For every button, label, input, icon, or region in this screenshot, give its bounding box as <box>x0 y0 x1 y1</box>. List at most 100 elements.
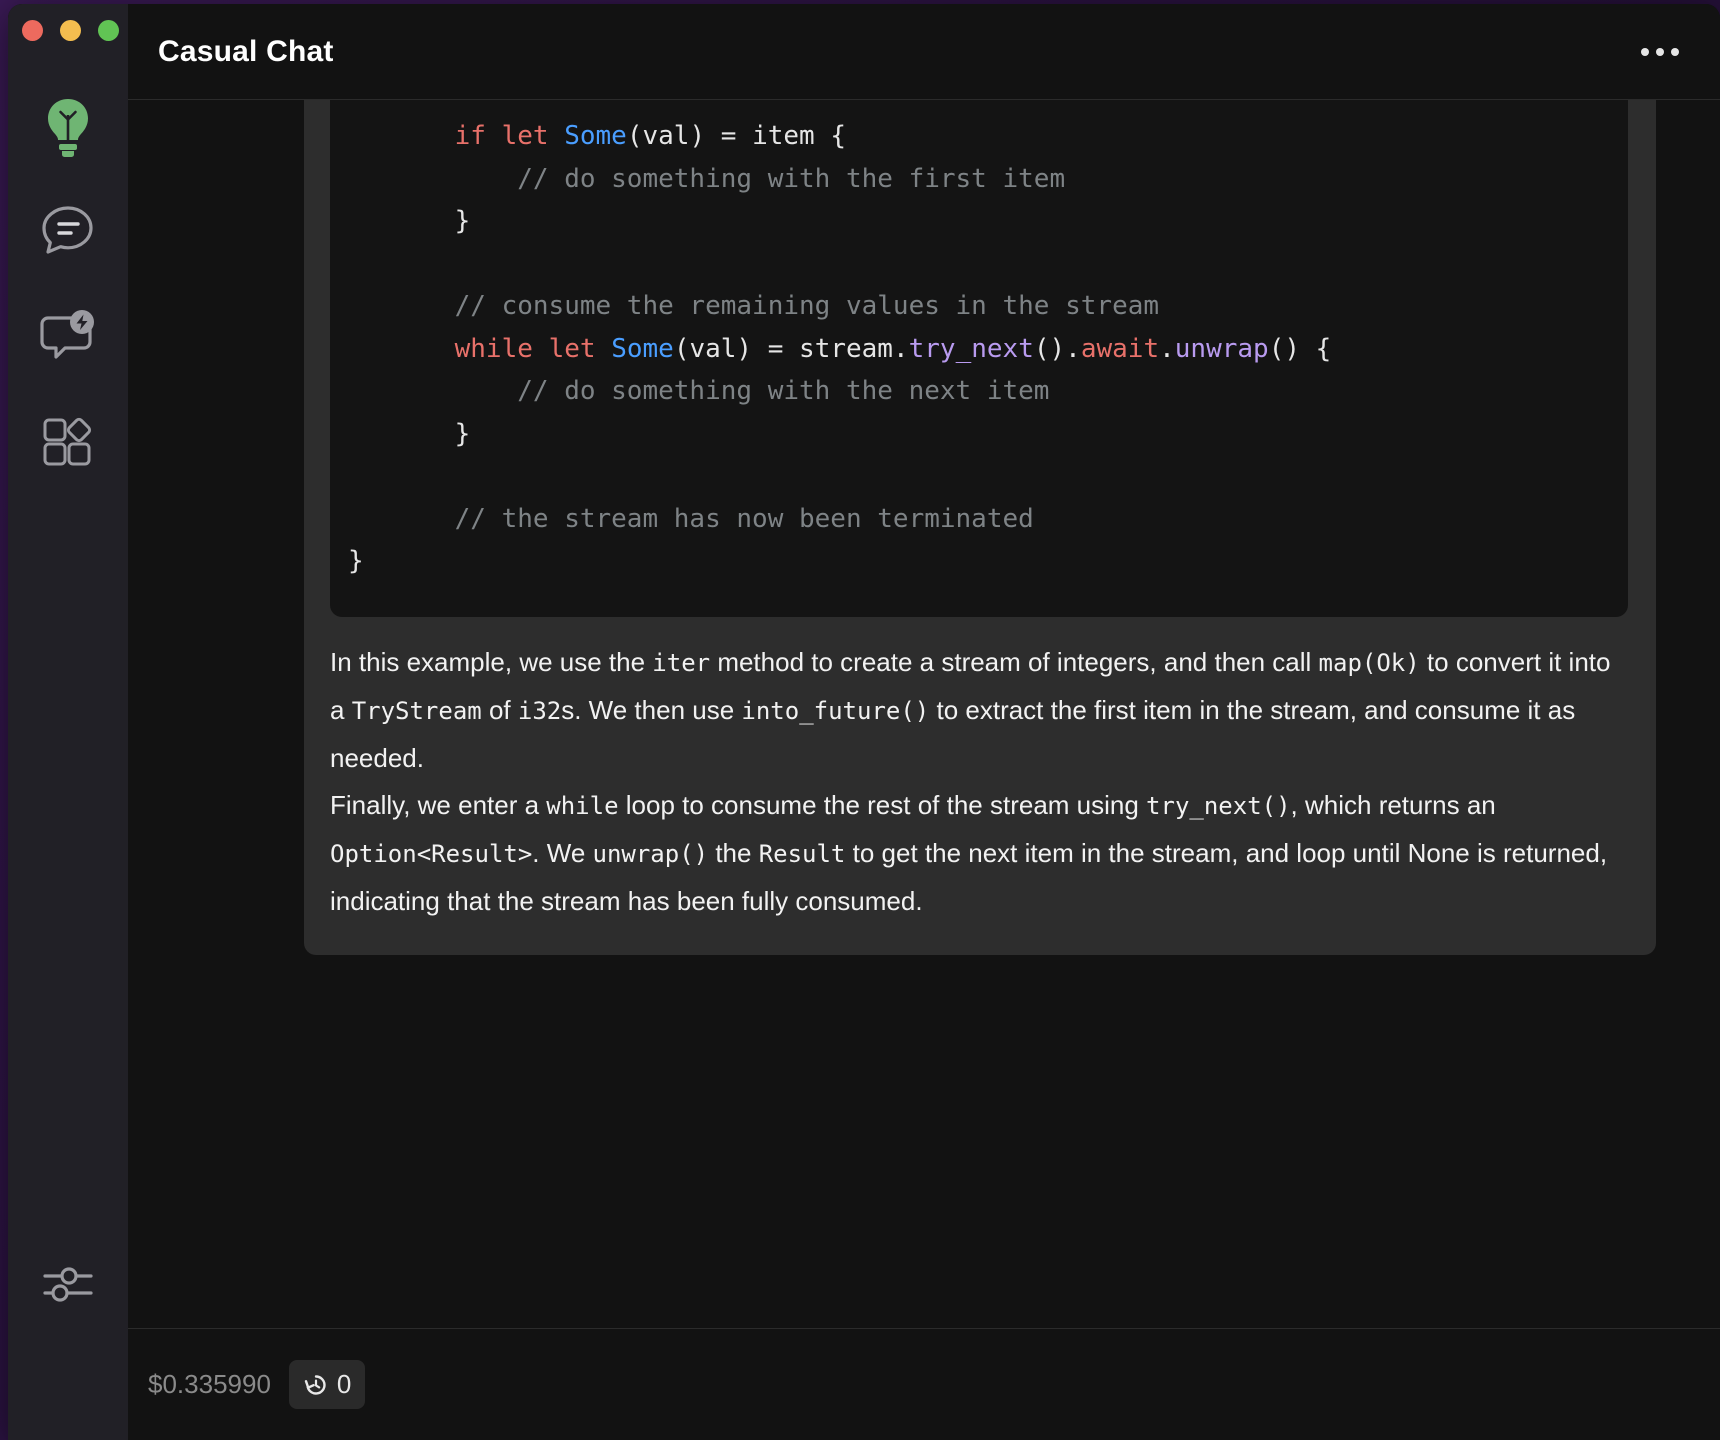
code-line: } <box>348 540 1628 583</box>
text-run: loop to consume the rest of the stream u… <box>618 789 1147 820</box>
text-run: None <box>1407 837 1470 868</box>
code-token: while <box>454 333 533 364</box>
inline-code: iter <box>652 648 711 677</box>
inline-code: try_next() <box>1146 791 1291 820</box>
code-token: try_next <box>908 333 1034 364</box>
text-run: the <box>708 837 759 868</box>
sidebar <box>8 4 128 1440</box>
token-count-label: 0 <box>336 1369 352 1399</box>
inline-code: TryStream <box>351 696 482 725</box>
sidebar-item-quick-chat[interactable] <box>23 292 113 382</box>
text-run: . We <box>532 837 593 868</box>
ellipsis-icon-dot <box>1656 47 1664 56</box>
inline-code: map(Ok) <box>1318 648 1420 677</box>
code-line: } <box>392 413 1628 456</box>
code-token: } <box>392 418 471 449</box>
chat-bubble-lightning-icon <box>40 310 94 359</box>
chat-bubble-icon <box>42 206 93 254</box>
sidebar-item-settings[interactable] <box>23 1239 113 1329</box>
code-token: let <box>548 333 596 364</box>
sidebar-nav <box>23 82 113 502</box>
desktop-background: Casual Chat let (item, mut stream) = str… <box>0 0 1720 1440</box>
text-run: s. We then use <box>561 694 742 725</box>
code-token: (val) = item { <box>626 121 846 151</box>
message-paragraph: Finally, we enter a while loop to consum… <box>330 782 1616 925</box>
code-token: // do something with the next item <box>517 376 1050 406</box>
sidebar-item-plugins[interactable] <box>23 397 113 487</box>
more-options-button[interactable] <box>1634 32 1686 72</box>
code-token: Some <box>564 121 627 151</box>
code-token: Some <box>611 333 674 364</box>
code-line: // consume the remaining values in the s… <box>392 285 1628 328</box>
code-token: if <box>454 121 486 151</box>
blocks-icon <box>43 417 92 466</box>
text-run: In this example, we use the <box>330 646 653 677</box>
inline-code: into_future() <box>741 696 930 725</box>
message-list: let (item, mut stream) = stream.into_fut… <box>128 100 1720 1120</box>
code-line: while let Some(val) = stream.try_next().… <box>392 328 1628 371</box>
minimize-window-button[interactable] <box>60 20 81 41</box>
message-paragraph: In this example, we use the iter method … <box>330 639 1616 782</box>
inline-code: Option<Result> <box>330 839 533 868</box>
code-token: // consume the remaining values in the s… <box>454 291 1160 321</box>
message-prose: In this example, we use the iter method … <box>304 617 1656 925</box>
text-run: method to create a stream of integers, a… <box>710 646 1319 677</box>
assistant-message-bubble: let (item, mut stream) = stream.into_fut… <box>304 100 1656 955</box>
title-bar: Casual Chat <box>128 4 1720 100</box>
sliders-icon <box>43 1267 93 1302</box>
code-token: } <box>392 206 471 236</box>
inline-code: while <box>546 791 619 820</box>
code-line: if let Some(val) = item { <box>392 115 1628 158</box>
sidebar-bottom-nav <box>23 1239 113 1344</box>
code-token: () { <box>1268 333 1332 364</box>
sidebar-item-chat[interactable] <box>23 187 113 277</box>
code-token: // the stream has now been terminated <box>454 503 1034 534</box>
cost-label: $0.335990 <box>148 1369 271 1399</box>
text-run: Finally, we enter a <box>330 789 547 820</box>
code-token: (val) = stream. <box>673 333 909 364</box>
text-run: , which returns an <box>1290 789 1496 820</box>
inline-code: i32 <box>517 696 562 725</box>
app-window: Casual Chat let (item, mut stream) = str… <box>8 4 1720 1440</box>
lightbulb-icon <box>48 99 88 157</box>
text-run: to get the next item in the stream, and … <box>845 837 1408 868</box>
code-block-content: let (item, mut stream) = stream.into_fut… <box>330 100 1628 583</box>
maximize-window-button[interactable] <box>98 20 119 41</box>
history-rewind-icon <box>304 1374 326 1395</box>
ellipsis-icon-dot <box>1671 47 1679 56</box>
token-counter[interactable]: 0 <box>288 1360 366 1409</box>
code-token: await <box>1080 333 1160 364</box>
code-line: } <box>392 200 1628 243</box>
code-token: } <box>348 546 364 576</box>
conversation-scroll-area[interactable]: let (item, mut stream) = stream.into_fut… <box>128 100 1720 1328</box>
code-line: // do something with the first item <box>392 158 1628 201</box>
main-panel: Casual Chat let (item, mut stream) = str… <box>128 4 1720 1440</box>
close-window-button[interactable] <box>22 20 43 41</box>
ellipsis-icon-dot <box>1641 47 1649 56</box>
code-token: (). <box>1033 333 1081 364</box>
inline-code: Result <box>758 839 846 868</box>
code-token: unwrap <box>1174 333 1269 364</box>
message-footer: $0.335990 0 <box>128 1328 1720 1440</box>
code-block[interactable]: let (item, mut stream) = stream.into_fut… <box>330 100 1628 617</box>
code-line: // do something with the next item <box>392 370 1628 413</box>
code-token: // do something with the first item <box>517 163 1066 194</box>
inline-code: unwrap() <box>592 839 709 868</box>
code-token: let <box>501 121 549 151</box>
page-title: Casual Chat <box>158 34 334 68</box>
text-run: of <box>481 694 518 725</box>
code-token: . <box>1159 333 1175 364</box>
code-line: // the stream has now been terminated <box>392 498 1628 541</box>
